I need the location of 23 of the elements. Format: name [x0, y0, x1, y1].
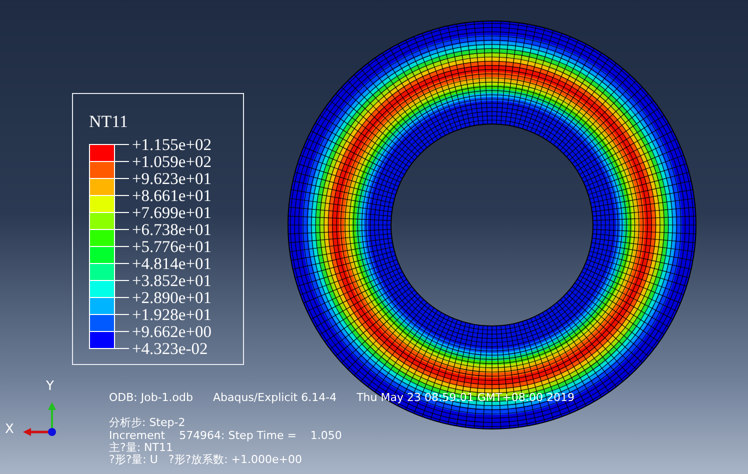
x-axis-label: X	[5, 422, 14, 437]
legend-value: +9.623e+01	[132, 170, 212, 187]
legend-value: +5.776e+01	[132, 238, 212, 255]
legend-value: +9.662e+00	[132, 323, 212, 340]
info-line: ?形?量: U ?形?放系数: +1.000e+00	[109, 454, 303, 466]
legend-value: +1.059e+02	[132, 153, 212, 170]
legend-value: +1.928e+01	[132, 306, 212, 323]
legend-value: +4.323e-02	[132, 340, 208, 357]
legend-value: +3.852e+01	[132, 272, 212, 289]
legend-value: +1.155e+02	[132, 136, 212, 153]
solver-version: Abaqus/Explicit 6.14-4	[213, 392, 337, 404]
axis-triad-drawing	[23, 402, 58, 438]
legend-title: NT11	[89, 112, 130, 133]
legend-value: +8.661e+01	[132, 187, 212, 204]
legend-value: +6.738e+01	[132, 221, 212, 238]
info-line: Increment 574964: Step Time = 1.050	[109, 430, 343, 442]
legend-value: +4.814e+01	[132, 255, 212, 272]
legend-value: +7.699e+01	[132, 204, 212, 221]
y-axis-label: Y	[46, 379, 54, 394]
info-line: 分析步: Step-2	[109, 417, 186, 430]
info-line: 主?量: NT11	[109, 442, 174, 454]
odb-name: ODB: Job-1.odb	[109, 392, 193, 404]
legend-value: +2.890e+01	[132, 289, 212, 306]
